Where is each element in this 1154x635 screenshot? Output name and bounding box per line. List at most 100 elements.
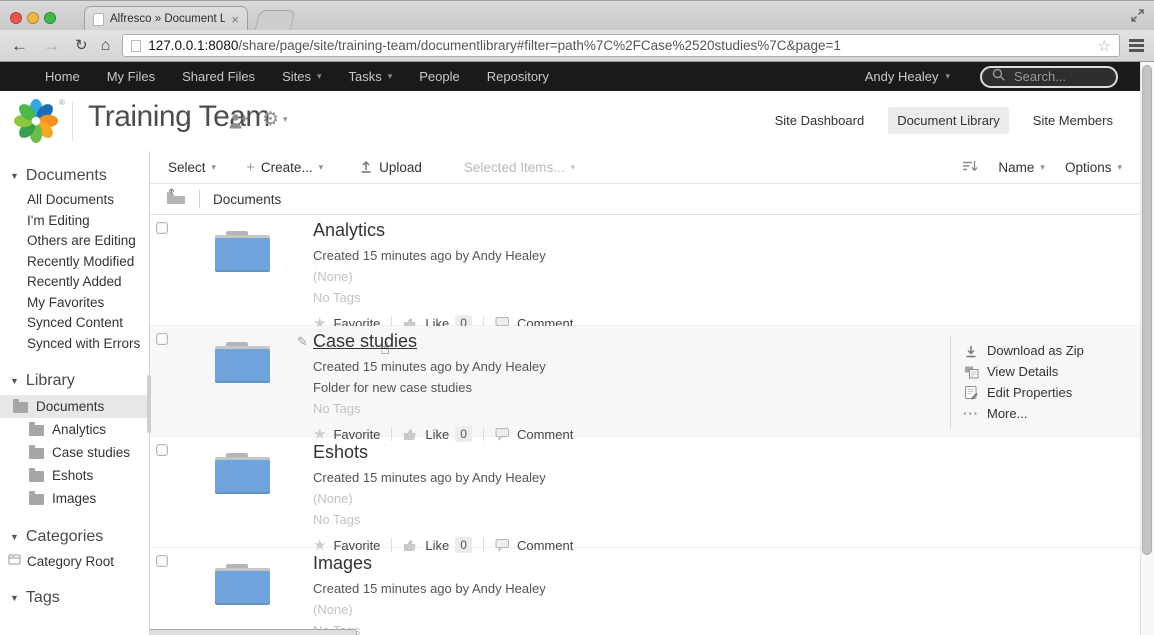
more-ellipsis-icon: ··· [963,406,979,421]
tree-node-images[interactable]: Images [0,487,149,510]
tree-node-category-root[interactable]: Category Root [0,551,149,571]
sidebar: ▼ Documents All Documents I'm Editing Ot… [0,151,150,635]
sidebar-item-others-are-editing[interactable]: Others are Editing [0,231,149,252]
folder-row-case-studies[interactable]: ✎ Case studies Created 15 minutes ago by… [150,326,1140,443]
folder-row-images[interactable]: Images Created 15 minutes ago by Andy He… [150,548,1140,635]
folder-icon[interactable] [215,231,270,272]
action-view-details[interactable]: View Details [963,364,1140,379]
sidebar-section-categories[interactable]: ▼ Categories [10,528,149,546]
fullscreen-icon[interactable] [1130,8,1145,28]
nav-item-shared-files[interactable]: Shared Files [182,69,255,84]
twisty-down-icon[interactable]: ▼ [10,593,19,603]
action-download-as-zip[interactable]: Download as Zip [963,343,1140,358]
alfresco-logo[interactable] [13,98,59,149]
sort-direction-icon[interactable] [962,159,979,176]
nav-item-repository[interactable]: Repository [487,69,549,84]
row-checkbox[interactable] [156,555,168,567]
home-button[interactable]: ⌂ [101,37,111,54]
browser-menu-icon[interactable] [1129,39,1144,42]
sort-field-button[interactable]: Name ▾ [998,160,1045,175]
nav-item-home[interactable]: Home [45,69,80,84]
search-box[interactable] [980,65,1118,88]
folder-row-eshots[interactable]: Eshots Created 15 minutes ago by Andy He… [150,437,1140,554]
folder-icon[interactable] [215,453,270,494]
user-menu[interactable]: Andy Healey ▾ [865,69,950,84]
folder-row-analytics[interactable]: Analytics Created 15 minutes ago by Andy… [150,215,1140,332]
folder-up-icon[interactable] [166,188,186,210]
row-checkbox[interactable] [156,222,168,234]
folder-name-link[interactable]: Images [313,553,372,574]
sidebar-item-recently-added[interactable]: Recently Added [0,272,149,293]
create-button[interactable]: + Create... ▾ [246,159,323,176]
nav-item-sites[interactable]: Sites ▾ [282,69,321,84]
created-by-text: Created 15 minutes ago by Andy Healey [313,470,546,485]
folder-icon[interactable] [215,564,270,605]
row-checkbox[interactable] [156,333,168,345]
tab-close-icon[interactable]: × [231,13,239,26]
search-input[interactable] [1014,69,1100,84]
folder-icon [29,422,44,436]
description-text: (None) [313,602,353,617]
sidebar-item-all-documents[interactable]: All Documents [0,190,149,211]
plus-icon: + [246,158,255,176]
new-tab-button[interactable] [254,10,296,31]
chevron-down-icon: ▾ [316,71,322,81]
tree-node-documents-selected[interactable]: Documents [0,395,149,418]
tab-site-members[interactable]: Site Members [1024,107,1122,134]
refresh-button[interactable]: ↻ [75,38,88,53]
chevron-down-icon: ▾ [945,71,950,81]
nav-item-tasks[interactable]: Tasks ▾ [349,69,393,84]
sidebar-item-recently-modified[interactable]: Recently Modified [0,252,149,273]
twisty-down-icon[interactable]: ▼ [10,171,19,181]
scrollbar-thumb[interactable] [1142,65,1152,555]
folder-icon [13,399,28,413]
folder-name-link[interactable]: Eshots [313,442,368,463]
chevron-down-icon: ▾ [387,71,393,81]
sidebar-item-my-favorites[interactable]: My Favorites [0,293,149,314]
chevron-down-icon: ▾ [211,161,217,172]
description-text: (None) [313,269,353,284]
row-checkbox[interactable] [156,444,168,456]
options-button[interactable]: Options ▾ [1065,160,1122,175]
rename-pencil-icon[interactable]: ✎ [297,334,308,350]
sidebar-item-im-editing[interactable]: I'm Editing [0,211,149,232]
tree-node-analytics[interactable]: Analytics [0,418,149,441]
bookmark-star-icon[interactable]: ☆ [1098,37,1111,55]
sidebar-item-synced-content[interactable]: Synced Content [0,313,149,334]
url-text[interactable]: 127.0.0.1:8080/share/page/site/training-… [148,38,1090,53]
upload-button[interactable]: Upload [359,159,422,176]
tab-site-dashboard[interactable]: Site Dashboard [766,107,874,134]
sidebar-section-library[interactable]: ▼ Library [10,372,149,390]
sidebar-item-synced-with-errors[interactable]: Synced with Errors [0,334,149,355]
back-button[interactable]: ← [11,37,28,54]
folder-icon[interactable] [215,342,270,383]
breadcrumb-current[interactable]: Documents [213,192,281,207]
window-zoom-button[interactable] [44,12,56,24]
action-edit-properties[interactable]: Edit Properties [963,385,1140,400]
window-minimize-button[interactable] [27,12,39,24]
nav-item-my-files[interactable]: My Files [107,69,155,84]
tree-node-case-studies[interactable]: Case studies [0,441,149,464]
twisty-down-icon[interactable]: ▼ [10,376,19,386]
browser-tab[interactable]: Alfresco » Document Libra × [84,6,248,31]
forward-button[interactable]: → [43,37,60,54]
select-button[interactable]: Select ▾ [168,160,216,175]
sidebar-section-tags[interactable]: ▼ Tags [10,589,149,607]
main-area: ▼ Documents All Documents I'm Editing Ot… [0,151,1140,635]
url-host: 127.0.0.1:8080 [148,38,239,53]
sidebar-resize-handle[interactable] [147,375,151,433]
tab-document-library[interactable]: Document Library [888,107,1009,134]
action-more[interactable]: ··· More... [963,406,1140,421]
site-nav: Site Dashboard Document Library Site Mem… [766,107,1122,134]
url-bar[interactable]: 127.0.0.1:8080/share/page/site/training-… [122,34,1120,57]
tree-node-eshots[interactable]: Eshots [0,464,149,487]
site-settings-menu[interactable]: ⚙ ▾ [262,108,288,131]
folder-name-link[interactable]: Analytics [313,220,385,241]
invite-user-icon[interactable] [228,113,250,135]
sidebar-section-documents[interactable]: ▼ Documents [10,167,149,185]
page-scrollbar[interactable] [1140,62,1154,635]
nav-item-people[interactable]: People [419,69,459,84]
twisty-down-icon[interactable]: ▼ [10,532,19,542]
folder-name-link[interactable]: Case studies [313,331,417,352]
window-close-button[interactable] [10,12,22,24]
